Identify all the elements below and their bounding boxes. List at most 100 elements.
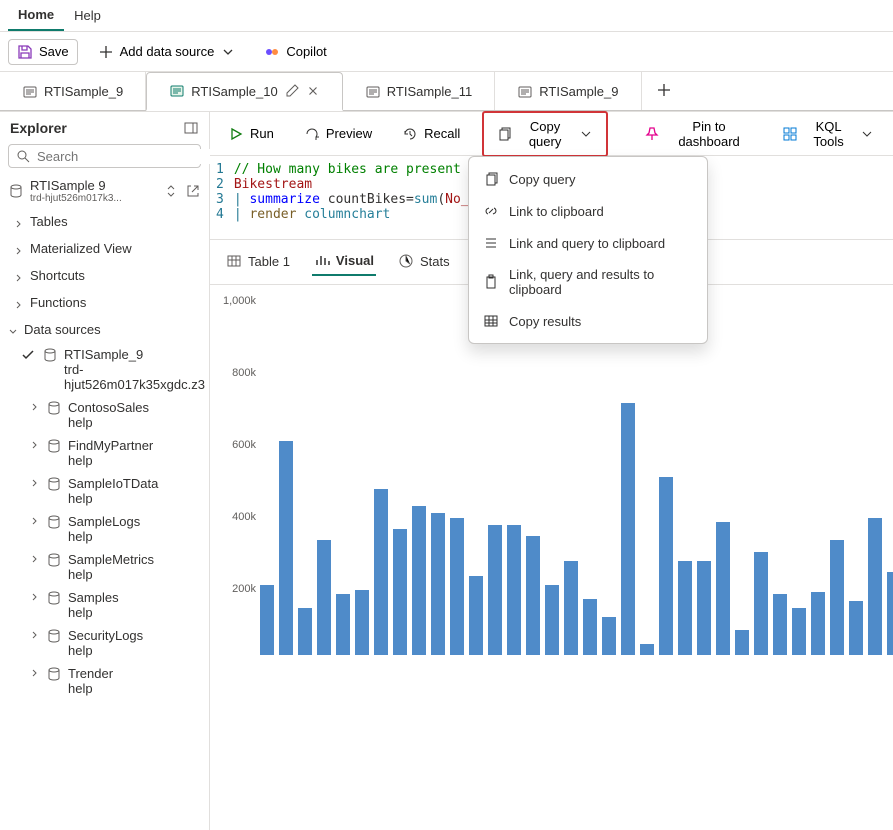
chart-bar[interactable]: [583, 599, 597, 655]
tree-item-materialized-view[interactable]: Materialized View: [0, 235, 209, 262]
add-data-source-button[interactable]: Add data source: [90, 40, 245, 64]
chart-bar[interactable]: [317, 540, 331, 655]
database-icon: [46, 476, 62, 492]
chart-bar[interactable]: [754, 552, 768, 655]
chart-bar[interactable]: [792, 608, 806, 655]
ds-item-sampleiotdata[interactable]: SampleIoTDatahelp: [0, 472, 209, 510]
chevron-right-icon: [30, 590, 40, 600]
chart-bar[interactable]: [659, 477, 673, 655]
chart-bar[interactable]: [355, 590, 369, 655]
copilot-button[interactable]: Copilot: [256, 40, 334, 64]
tree-item-tables[interactable]: Tables: [0, 208, 209, 235]
chart-bar[interactable]: [564, 561, 578, 655]
table-icon: [226, 253, 242, 269]
chart-bar[interactable]: [545, 585, 559, 655]
dd-link-clipboard[interactable]: Link to clipboard: [469, 195, 707, 227]
ds-sub: trd-hjut526m017k35xgdc.z3: [64, 362, 201, 392]
ds-item-samples[interactable]: Sampleshelp: [0, 586, 209, 624]
code-content[interactable]: // How many bikes are present Bikestream…: [234, 156, 469, 239]
ds-sub: help: [68, 681, 201, 696]
tab-rtisample-10[interactable]: RTISample_10: [146, 72, 342, 111]
chart-bar[interactable]: [298, 608, 312, 655]
updown-icon[interactable]: [163, 183, 179, 199]
explorer-title: Explorer: [10, 120, 67, 136]
explorer-search[interactable]: [8, 144, 201, 168]
menu-help[interactable]: Help: [64, 0, 111, 31]
ds-item-samplelogs[interactable]: SampleLogshelp: [0, 510, 209, 548]
preview-button[interactable]: Preview: [296, 122, 380, 146]
ds-name: SecurityLogs: [68, 628, 201, 643]
chart-bar[interactable]: [887, 572, 893, 655]
y-tick: 600k: [232, 439, 256, 451]
dd-label: Copy results: [509, 314, 581, 329]
save-button[interactable]: Save: [8, 39, 78, 65]
dd-link-query-results-clipboard[interactable]: Link, query and results to clipboard: [469, 259, 707, 305]
chart-bar[interactable]: [640, 644, 654, 655]
search-input[interactable]: [37, 149, 213, 164]
ds-item-samplemetrics[interactable]: SampleMetricshelp: [0, 548, 209, 586]
chart-bar[interactable]: [697, 561, 711, 655]
result-tab-table[interactable]: Table 1: [224, 248, 292, 276]
add-tab-button[interactable]: [642, 82, 686, 101]
chart-bar[interactable]: [735, 630, 749, 655]
copy-query-button[interactable]: Copy query: [488, 115, 602, 153]
tab-label: RTISample_9: [539, 84, 618, 99]
popout-icon[interactable]: [185, 183, 201, 199]
dd-label: Link, query and results to clipboard: [509, 267, 693, 297]
pin-dashboard-button[interactable]: Pin to dashboard: [636, 115, 760, 153]
chart-bar[interactable]: [773, 594, 787, 655]
result-tab-visual[interactable]: Visual: [312, 248, 376, 276]
ds-item-findmypartner[interactable]: FindMyPartnerhelp: [0, 434, 209, 472]
close-tab-icon[interactable]: [306, 84, 320, 98]
queryset-icon: [517, 84, 533, 100]
tab-rtisample-11[interactable]: RTISample_11: [343, 72, 496, 111]
ds-name: SampleLogs: [68, 514, 201, 529]
list-icon: [483, 235, 499, 251]
copilot-label: Copilot: [286, 44, 326, 59]
kql-tools-button[interactable]: KQL Tools: [774, 115, 883, 153]
chart-bar[interactable]: [488, 525, 502, 655]
run-button[interactable]: Run: [220, 122, 282, 146]
refresh-icon: [304, 126, 320, 142]
data-sources-header[interactable]: Data sources: [0, 316, 209, 343]
tree-item-shortcuts[interactable]: Shortcuts: [0, 262, 209, 289]
tab-rtisample-9b[interactable]: RTISample_9: [495, 72, 641, 111]
tree-item-functions[interactable]: Functions: [0, 289, 209, 316]
result-tab-stats[interactable]: Stats: [396, 248, 452, 276]
dd-copy-query[interactable]: Copy query: [469, 163, 707, 195]
chart-bar[interactable]: [716, 522, 730, 655]
chart-bar[interactable]: [678, 561, 692, 655]
collapse-panel-icon[interactable]: [183, 120, 199, 136]
ds-item-contososales[interactable]: ContosoSaleshelp: [0, 396, 209, 434]
chart-bar[interactable]: [621, 403, 635, 655]
chart-bar[interactable]: [260, 585, 274, 655]
chart-bar[interactable]: [450, 518, 464, 655]
chart-bar[interactable]: [526, 536, 540, 655]
ds-item-trender[interactable]: Trenderhelp: [0, 662, 209, 700]
current-database[interactable]: RTISample 9 trd-hjut526m017k3...: [0, 174, 209, 208]
chart-bar[interactable]: [374, 489, 388, 655]
rtab-label: Visual: [336, 253, 374, 268]
recall-button[interactable]: Recall: [394, 122, 468, 146]
tab-rtisample-9[interactable]: RTISample_9: [0, 72, 146, 111]
chart-bar[interactable]: [849, 601, 863, 655]
dd-link-query-clipboard[interactable]: Link and query to clipboard: [469, 227, 707, 259]
dd-copy-results[interactable]: Copy results: [469, 305, 707, 337]
edit-tab-icon[interactable]: [284, 83, 300, 99]
chart-bar[interactable]: [412, 506, 426, 655]
chart-bar[interactable]: [279, 441, 293, 655]
chart-bar[interactable]: [336, 594, 350, 655]
chart-bar[interactable]: [393, 529, 407, 655]
chart-bar[interactable]: [811, 592, 825, 655]
chart-bar[interactable]: [431, 513, 445, 655]
menu-home[interactable]: Home: [8, 0, 64, 31]
chart-bar[interactable]: [507, 525, 521, 655]
ds-selected[interactable]: RTISample_9 trd-hjut526m017k35xgdc.z3: [0, 343, 209, 396]
y-tick: 800k: [232, 367, 256, 379]
chart-bar[interactable]: [830, 540, 844, 655]
ds-item-securitylogs[interactable]: SecurityLogshelp: [0, 624, 209, 662]
chart-bar[interactable]: [469, 576, 483, 655]
chart-bar[interactable]: [602, 617, 616, 655]
chart-bar[interactable]: [868, 518, 882, 655]
add-ds-label: Add data source: [120, 44, 215, 59]
